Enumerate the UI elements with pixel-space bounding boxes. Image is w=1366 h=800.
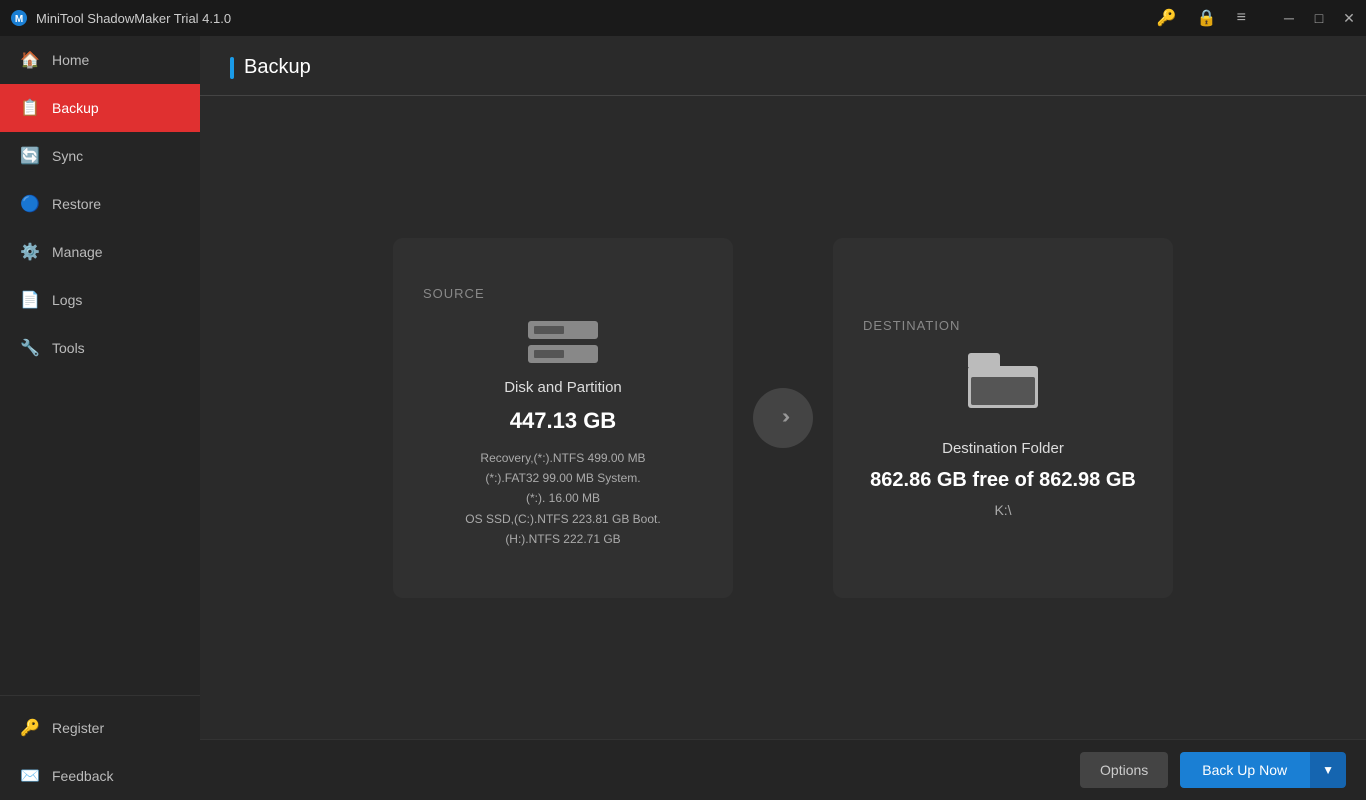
window-buttons: ─ □ ✕ (1282, 11, 1356, 25)
sidebar-label-register: Register (52, 720, 104, 736)
sidebar-item-logs[interactable]: 📄 Logs (0, 276, 200, 324)
sidebar-label-logs: Logs (52, 292, 82, 308)
sidebar: 🏠 Home 📋 Backup 🔄 Sync 🔵 Restore ⚙️ Mana… (0, 36, 200, 800)
source-icon-area (528, 321, 598, 363)
app-title: MiniTool ShadowMaker Trial 4.1.0 (36, 11, 231, 26)
menu-icon[interactable]: ≡ (1237, 9, 1246, 27)
page-title: Backup (244, 56, 311, 79)
source-detail-1: Recovery,(*:).NTFS 499.00 MB (465, 448, 660, 468)
sidebar-label-sync: Sync (52, 148, 83, 164)
sidebar-label-feedback: Feedback (52, 768, 113, 784)
arrow-circle: ››› (753, 388, 813, 448)
key-icon[interactable]: 🔑 (1157, 8, 1177, 28)
main-layout: 🏠 Home 📋 Backup 🔄 Sync 🔵 Restore ⚙️ Mana… (0, 36, 1366, 800)
sidebar-label-backup: Backup (52, 100, 99, 116)
folder-body-inner (971, 377, 1035, 405)
sidebar-item-feedback[interactable]: ✉️ Feedback (0, 752, 200, 800)
content-area: Backup SOURCE Disk and Partit (200, 36, 1366, 800)
footer: Options Back Up Now ▼ (200, 739, 1366, 800)
disk-bar-inner-top (534, 326, 564, 334)
feedback-icon: ✉️ (20, 766, 40, 786)
backup-cards: SOURCE Disk and Partition 447.13 GB Reco… (200, 96, 1366, 739)
folder-icon (968, 353, 1038, 408)
tools-icon: 🔧 (20, 338, 40, 358)
backup-now-container: Back Up Now ▼ (1180, 752, 1346, 788)
source-label: SOURCE (423, 286, 485, 301)
sidebar-label-home: Home (52, 52, 89, 68)
source-main-text: Disk and Partition (504, 379, 622, 396)
title-left: M MiniTool ShadowMaker Trial 4.1.0 (10, 9, 231, 27)
disk-icon (528, 321, 598, 363)
folder-tab (968, 353, 1000, 367)
sidebar-item-manage[interactable]: ⚙️ Manage (0, 228, 200, 276)
source-detail-5: (H:).NTFS 222.71 GB (465, 529, 660, 549)
app-logo-icon: M (10, 9, 28, 27)
disk-bar-top (528, 321, 598, 339)
sidebar-item-tools[interactable]: 🔧 Tools (0, 324, 200, 372)
minimize-button[interactable]: ─ (1282, 11, 1296, 25)
header-accent (230, 57, 234, 79)
source-size: 447.13 GB (510, 408, 616, 434)
sidebar-item-sync[interactable]: 🔄 Sync (0, 132, 200, 180)
source-detail-4: OS SSD,(C:).NTFS 223.81 GB Boot. (465, 509, 660, 529)
svg-text:M: M (15, 14, 23, 25)
backup-now-button[interactable]: Back Up Now (1180, 752, 1309, 788)
sidebar-item-backup[interactable]: 📋 Backup (0, 84, 200, 132)
close-button[interactable]: ✕ (1342, 11, 1356, 25)
sidebar-label-restore: Restore (52, 196, 101, 212)
destination-label: DESTINATION (863, 318, 960, 333)
sidebar-item-home[interactable]: 🏠 Home (0, 36, 200, 84)
destination-card[interactable]: DESTINATION Destination Folder 862.86 GB… (833, 238, 1173, 598)
title-bar: M MiniTool ShadowMaker Trial 4.1.0 🔑 🔒 ≡… (0, 0, 1366, 36)
restore-icon: 🔵 (20, 194, 40, 214)
source-detail-2: (*:).FAT32 99.00 MB System. (465, 468, 660, 488)
destination-free-text: 862.86 GB free of 862.98 GB (870, 469, 1136, 492)
backup-icon: 📋 (20, 98, 40, 118)
destination-icon-area (968, 353, 1038, 408)
sidebar-bottom: 🔑 Register ✉️ Feedback (0, 695, 200, 800)
disk-bar-inner-bottom (534, 350, 564, 358)
title-controls: 🔑 🔒 ≡ ─ □ ✕ (1157, 8, 1356, 28)
destination-path: K:\ (994, 502, 1011, 518)
page-header: Backup (200, 36, 1366, 96)
arrow-chevrons-icon: ››› (782, 406, 784, 429)
sidebar-item-restore[interactable]: 🔵 Restore (0, 180, 200, 228)
sidebar-item-register[interactable]: 🔑 Register (0, 704, 200, 752)
source-card[interactable]: SOURCE Disk and Partition 447.13 GB Reco… (393, 238, 733, 598)
title-icons: 🔑 🔒 ≡ (1157, 8, 1246, 28)
register-icon: 🔑 (20, 718, 40, 738)
destination-main-text: Destination Folder (942, 440, 1064, 457)
backup-now-dropdown-button[interactable]: ▼ (1309, 752, 1346, 788)
home-icon: 🏠 (20, 50, 40, 70)
sidebar-label-manage: Manage (52, 244, 103, 260)
options-button[interactable]: Options (1080, 752, 1168, 788)
maximize-button[interactable]: □ (1312, 11, 1326, 25)
source-detail-3: (*:). 16.00 MB (465, 488, 660, 508)
manage-icon: ⚙️ (20, 242, 40, 262)
lock-icon[interactable]: 🔒 (1197, 8, 1217, 28)
arrow-connector: ››› (733, 388, 833, 448)
sidebar-label-tools: Tools (52, 340, 85, 356)
disk-bar-bottom (528, 345, 598, 363)
logs-icon: 📄 (20, 290, 40, 310)
source-details: Recovery,(*:).NTFS 499.00 MB (*:).FAT32 … (465, 448, 660, 550)
folder-body (968, 366, 1038, 408)
sync-icon: 🔄 (20, 146, 40, 166)
